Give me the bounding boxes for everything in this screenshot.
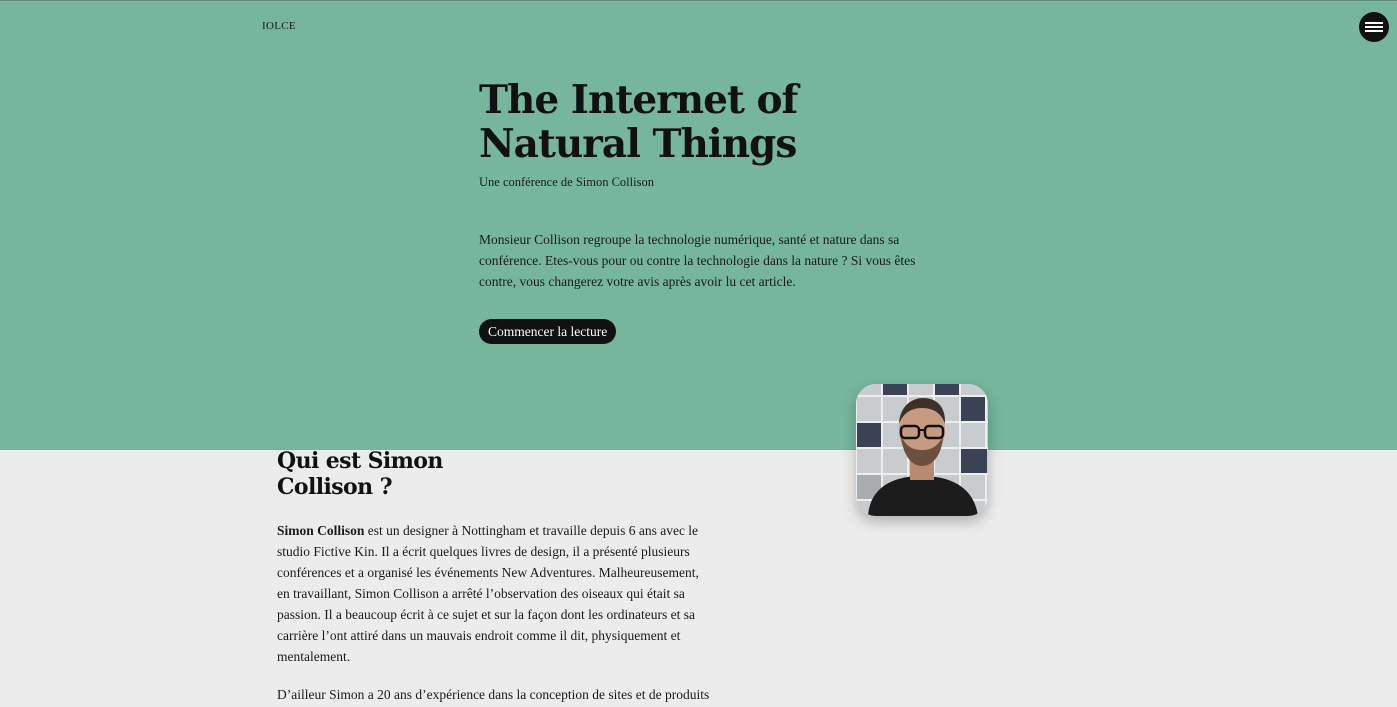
bio-paragraph: Simon Collison est un designer à Notting… (277, 520, 712, 667)
menu-button[interactable] (1359, 12, 1389, 42)
author-photo (856, 384, 988, 516)
page: IOLCE The Internet of Natural Things Une … (0, 0, 1397, 707)
bio-paragraph-2: D’ailleur Simon a 20 ans d’expérience da… (277, 687, 710, 702)
author-avatar (856, 384, 988, 516)
site-logo[interactable]: IOLCE (262, 20, 296, 32)
start-reading-button[interactable]: Commencer la lecture (479, 319, 617, 344)
hamburger-menu-icon (1365, 22, 1383, 24)
hamburger-menu-icon-bar (1365, 30, 1383, 32)
hamburger-menu-icon-bar (1365, 26, 1383, 28)
section-title: Qui est Simon Collison ? (277, 448, 517, 500)
page-title-line-2: Natural Things (479, 121, 797, 167)
intro-paragraph: Monsieur Collison regroupe la technologi… (479, 232, 916, 289)
hero-section: IOLCE The Internet of Natural Things Une … (0, 0, 1397, 450)
section-title-line-1: Qui est Simon (277, 448, 443, 474)
page-title: The Internet of Natural Things (479, 78, 879, 166)
page-title-line-1: The Internet of (479, 77, 798, 123)
bio-author-name: Simon Collison (277, 523, 365, 538)
bio-text: est un designer à Nottingham et travaill… (277, 523, 699, 664)
page-subtitle: Une conférence de Simon Collison (479, 175, 654, 189)
section-title-line-2: Collison ? (277, 474, 392, 500)
